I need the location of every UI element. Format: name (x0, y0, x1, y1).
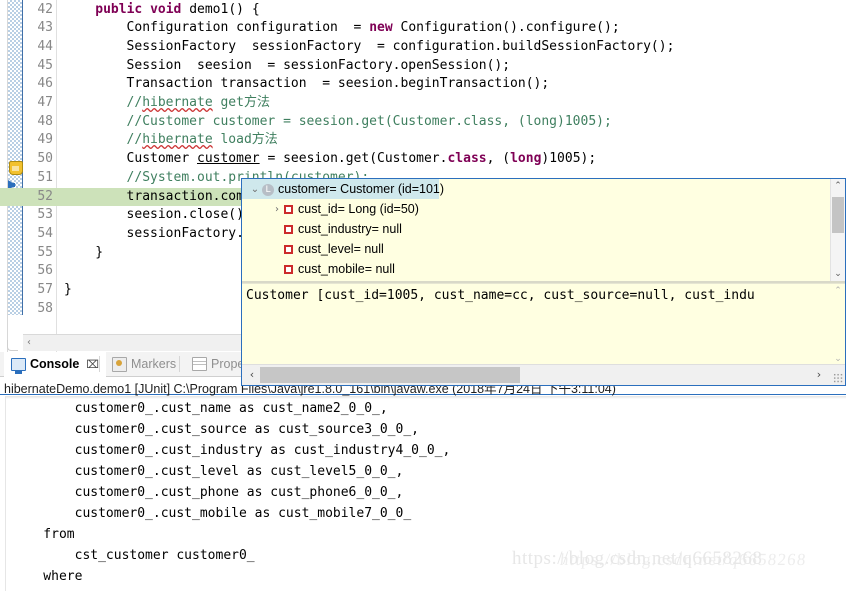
inspect-tree-row-label: cust_level= null (298, 242, 384, 256)
line-number: 51 (37, 169, 53, 185)
inspect-tree-row-label: cust_industry= null (298, 222, 402, 236)
code-line-text: } (95, 244, 104, 260)
inspect-detail-pane[interactable]: Customer [cust_id=1005, cust_name=cc, cu… (242, 283, 845, 366)
tree-scroll-down-arrow[interactable]: ⌄ (831, 267, 845, 281)
console-tab-label: Prope (211, 357, 245, 371)
inspect-horizontal-scrollbar[interactable]: ‹ › (242, 364, 845, 385)
field-variable-icon (284, 205, 293, 215)
object-variable-icon: L (262, 183, 274, 196)
inspect-tree-row-label: customer= Customer (id=101) (278, 182, 445, 196)
line-number: 53 (37, 207, 53, 223)
field-variable-icon (284, 225, 293, 235)
code-line-text: Configuration configuration = new Config… (126, 20, 620, 36)
code-line[interactable]: 45 Session seesion = sessionFactory.openS… (0, 57, 846, 76)
code-line-text: Session seesion = sessionFactory.openSes… (126, 57, 511, 73)
code-line-text: SessionFactory sessionFactory = configur… (126, 38, 675, 54)
code-line[interactable]: 42 public void demo1() { (0, 1, 846, 20)
line-number: 47 (37, 95, 53, 110)
code-line-text: } (64, 282, 72, 297)
console-icon (11, 357, 26, 374)
tab-separator (99, 356, 100, 372)
code-line-text: seesion.close(); (126, 207, 252, 223)
chevron-down-icon[interactable]: ⌄ (248, 180, 262, 200)
code-line[interactable]: 46 Transaction transaction = seesion.begi… (0, 75, 846, 94)
console-tab-label: Console (30, 357, 80, 371)
inspect-tree-row[interactable]: cust_industry= null (242, 219, 845, 239)
line-number: 50 (37, 151, 53, 167)
code-line-text: public void demo1() { (95, 1, 260, 17)
line-number: 57 (37, 282, 53, 297)
code-line[interactable]: 47 //hibernate get方法 (0, 94, 846, 113)
code-line-text: Transaction transaction = seesion.beginT… (126, 76, 550, 92)
detail-text: Customer [cust_id=1005, cust_name=cc, cu… (246, 288, 755, 303)
close-icon[interactable]: ⌧ (86, 358, 99, 371)
code-line[interactable]: 50 Customer customer = seesion.get(Custom… (0, 150, 846, 169)
line-number: 52 (37, 188, 53, 204)
line-number: 49 (37, 132, 53, 148)
line-number: 42 (37, 1, 53, 17)
code-line[interactable]: 48 //Customer customer = seesion.get(Cust… (0, 113, 846, 132)
inspect-tree-vertical-scrollbar[interactable]: ⌃ ⌄ (830, 179, 845, 281)
code-line-text: //Customer customer = seesion.get(Custom… (126, 113, 612, 129)
inspect-tree-row-label: cust_id= Long (id=50) (298, 202, 419, 216)
inspect-tree-row[interactable]: ⌄ Lcustomer= Customer (id=101) (242, 179, 444, 200)
code-line-text: //hibernate load方法 (126, 132, 278, 148)
field-variable-icon (284, 265, 293, 275)
chevron-right-icon[interactable]: › (270, 200, 284, 220)
detail-scroll-up-arrow[interactable]: ⌃ (831, 284, 845, 298)
tree-scroll-up-arrow[interactable]: ⌃ (831, 179, 845, 193)
inspect-hscroll-left-arrow[interactable]: ‹ (244, 367, 260, 383)
code-line-text: Customer customer = seesion.get(Customer… (126, 151, 597, 167)
line-number: 56 (37, 263, 53, 279)
inspect-tree-row[interactable]: › cust_id= Long (id=50) (242, 199, 845, 219)
inspect-tree[interactable]: ⌄ Lcustomer= Customer (id=101) › cust_id= L… (242, 179, 845, 281)
inspect-tree-row-label: cust_mobile= null (298, 262, 395, 276)
inspect-resize-grip[interactable] (833, 373, 843, 383)
tab-separator (179, 356, 180, 372)
inspect-hscroll-right-arrow[interactable]: › (811, 367, 827, 383)
code-line[interactable]: 44 SessionFactory sessionFactory = config… (0, 38, 846, 57)
inspect-tree-row[interactable]: cust_mobile= null (242, 259, 845, 279)
field-variable-icon (284, 245, 293, 255)
line-number: 45 (37, 57, 53, 73)
detail-vertical-scrollbar[interactable]: ⌃ ⌄ (831, 284, 845, 366)
console-tab-console[interactable]: Console ⌧ (4, 352, 106, 378)
code-line-text: //hibernate get方法 (126, 95, 270, 110)
inspect-hscroll-thumb[interactable] (260, 367, 520, 383)
line-number: 54 (37, 225, 53, 241)
properties-icon (192, 357, 207, 371)
console-tab-markers[interactable]: Markers (105, 352, 183, 376)
line-number: 43 (37, 20, 53, 36)
line-number: 58 (37, 300, 53, 316)
line-number: 46 (37, 76, 53, 92)
variable-inspect-popup[interactable]: ⌄ Lcustomer= Customer (id=101) › cust_id= L… (241, 178, 846, 386)
code-line[interactable]: 43 Configuration configuration = new Conf… (0, 19, 846, 38)
markers-icon (112, 356, 127, 372)
tree-scroll-thumb[interactable] (832, 197, 844, 233)
line-number: 55 (37, 244, 53, 260)
console-tab-label: Markers (131, 357, 177, 371)
line-number: 44 (37, 38, 53, 54)
inspect-tree-row[interactable]: cust_level= null (242, 239, 845, 259)
line-number: 48 (37, 113, 53, 129)
code-line[interactable]: 49 //hibernate load方法 (0, 131, 846, 150)
editor-hscroll-left-arrow[interactable]: ‹ (27, 338, 31, 348)
watermark: https://blog.csdn.net/q6658268 (512, 548, 763, 569)
